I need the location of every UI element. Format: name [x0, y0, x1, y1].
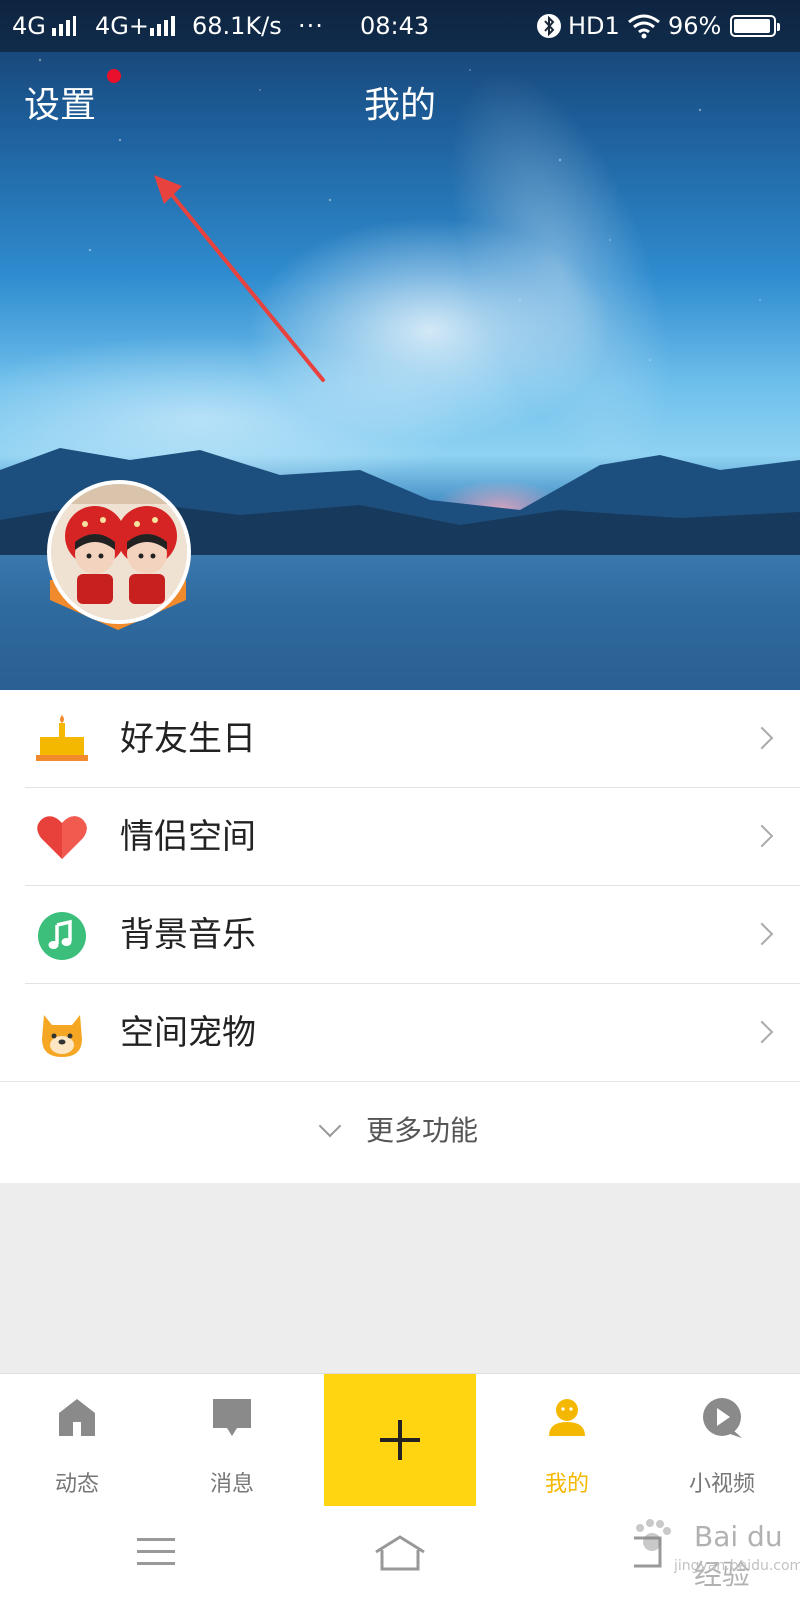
- chevron-right-icon: [750, 726, 774, 750]
- tab-label: 我的: [544, 1472, 589, 1497]
- birthday-cake-icon: [36, 715, 88, 761]
- watermark-url: jingyan.baidu.com: [674, 1558, 800, 1574]
- baidu-watermark: Bai du 经验 jingyan.baidu.com: [612, 1510, 800, 1591]
- avatar[interactable]: [47, 480, 191, 624]
- chevron-right-icon: [750, 922, 774, 946]
- chevron-right-icon: [750, 824, 774, 848]
- tab-bar: 动态 消息 我的 小视频: [0, 1373, 800, 1507]
- avatar-wrap[interactable]: [44, 480, 194, 650]
- list-item-friend-birthday[interactable]: 好友生日: [0, 690, 800, 788]
- list-item-couple-space[interactable]: 情侣空间: [0, 788, 800, 886]
- music-note-icon: [38, 912, 86, 960]
- publish-plus-button[interactable]: [324, 1374, 476, 1507]
- chevron-right-icon: [750, 1020, 774, 1044]
- list-item-label: 空间宠物: [120, 1013, 256, 1053]
- home-nav-icon[interactable]: [374, 1534, 426, 1572]
- home-icon: [59, 1399, 95, 1436]
- tab-label: 动态: [54, 1472, 99, 1497]
- tab-short-video[interactable]: 小视频: [647, 1374, 797, 1507]
- tab-label: 消息: [209, 1472, 254, 1497]
- pet-dog-icon: [42, 1015, 82, 1057]
- avatar-dolls-icon: [51, 484, 187, 620]
- message-icon: [213, 1399, 251, 1436]
- profile-icon: [549, 1399, 585, 1436]
- tab-me[interactable]: 我的: [492, 1374, 642, 1507]
- tab-label: 小视频: [688, 1472, 755, 1497]
- plus-icon: [380, 1420, 420, 1460]
- tab-feed[interactable]: 动态: [2, 1374, 152, 1507]
- more-features-button[interactable]: 更多功能: [0, 1082, 800, 1180]
- list-item-background-music[interactable]: 背景音乐: [0, 886, 800, 984]
- paw-logo-icon: [636, 1519, 671, 1551]
- chevron-down-icon: [318, 1114, 342, 1138]
- list-item-label: 好友生日: [120, 719, 256, 759]
- tab-messages[interactable]: 消息: [157, 1374, 307, 1507]
- video-play-icon: [703, 1398, 742, 1438]
- watermark-text: Bai du 经验: [694, 1520, 783, 1591]
- list-item-label: 背景音乐: [120, 915, 256, 955]
- list-item-space-pet[interactable]: 空间宠物: [0, 984, 800, 1082]
- list-item-label: 情侣空间: [120, 817, 256, 857]
- feature-list: 好友生日 情侣空间 背景音乐 空间宠物 更多功能: [0, 690, 800, 1183]
- more-features-label: 更多功能: [365, 1114, 478, 1147]
- heart-icon: [37, 816, 87, 859]
- menu-icon[interactable]: [137, 1536, 175, 1568]
